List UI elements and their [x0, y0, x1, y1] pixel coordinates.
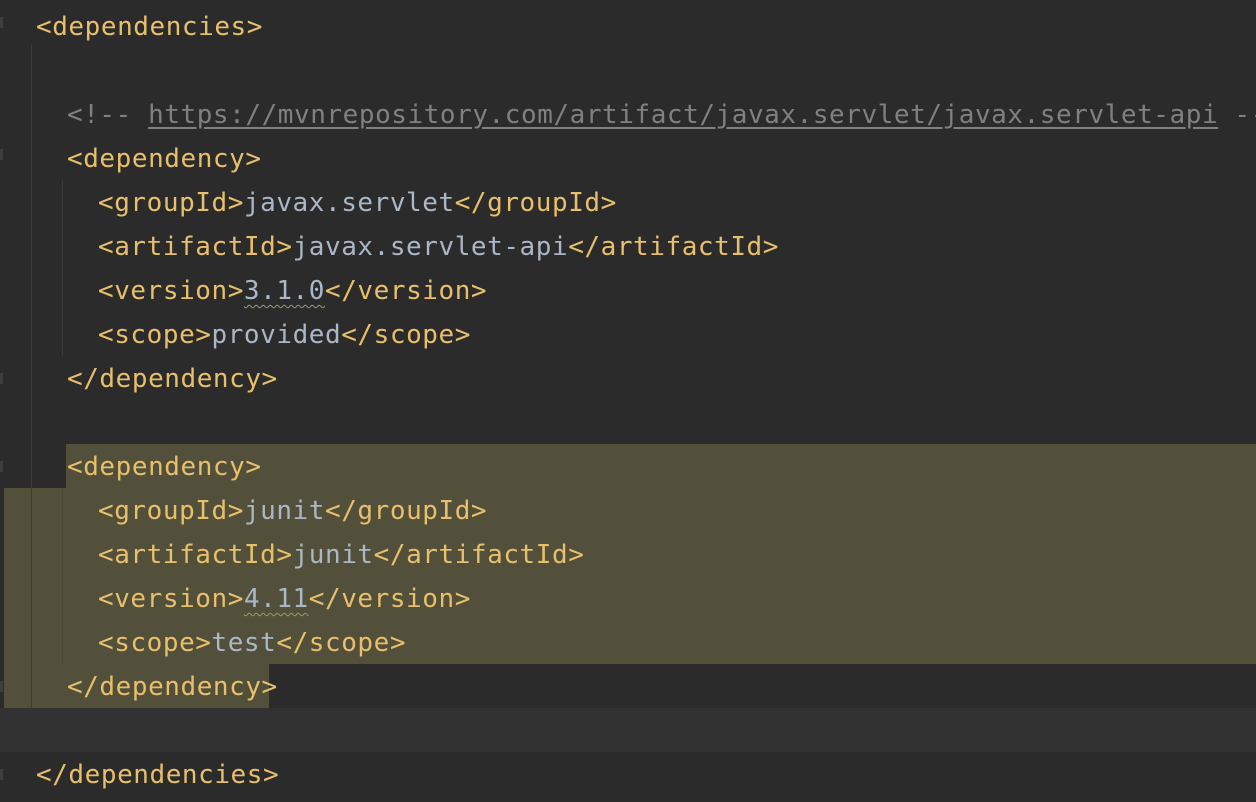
code-line[interactable]: <version>3.1.0</version> — [0, 269, 1256, 313]
xml-tag: <version> — [98, 276, 244, 306]
xml-text: provided — [211, 320, 342, 350]
version-value-warning[interactable]: 3.1.0 — [244, 276, 325, 306]
code-line[interactable]: <!-- https://mvnrepository.com/artifact/… — [0, 93, 1256, 137]
code-line[interactable]: <dependencies> — [0, 5, 1256, 49]
xml-tag: </dependency> — [67, 672, 278, 702]
xml-tag: <scope> — [98, 628, 212, 658]
xml-text: javax.servlet-api — [292, 232, 569, 262]
xml-tag: </artifactId> — [568, 232, 779, 262]
version-value-warning[interactable]: 4.11 — [244, 584, 309, 614]
code-editor[interactable]: <dependencies> <!-- https://mvnrepositor… — [0, 0, 1256, 802]
code-line[interactable]: <groupId>junit</groupId> — [0, 489, 1256, 533]
xml-tag: <dependencies> — [36, 12, 263, 42]
code-line[interactable]: <dependency> — [0, 137, 1256, 181]
xml-tag: </dependency> — [67, 364, 278, 394]
code-line[interactable]: <version>4.11</version> — [0, 577, 1256, 621]
xml-tag: <scope> — [98, 320, 212, 350]
xml-tag: </scope> — [276, 628, 407, 658]
xml-tag: </version> — [325, 276, 488, 306]
xml-text: test — [211, 628, 277, 658]
xml-tag: </version> — [308, 584, 471, 614]
code-line[interactable]: </dependencies> — [0, 753, 1256, 797]
xml-text: javax.servlet — [243, 188, 455, 218]
xml-tag: <artifactId> — [98, 540, 293, 570]
code-line[interactable]: </dependency> — [0, 357, 1256, 401]
comment-delimiter: <!-- — [67, 100, 149, 130]
xml-tag: <artifactId> — [98, 232, 293, 262]
xml-text: junit — [292, 540, 374, 570]
code-line[interactable]: <artifactId>junit</artifactId> — [0, 533, 1256, 577]
xml-tag: </groupId> — [325, 496, 488, 526]
xml-tag: </artifactId> — [373, 540, 585, 570]
comment-delimiter: --> — [1234, 100, 1256, 130]
xml-tag: <groupId> — [98, 496, 244, 526]
code-line[interactable]: <dependency> — [0, 445, 1256, 489]
xml-tag: <dependency> — [67, 452, 262, 482]
xml-tag: <dependency> — [67, 144, 262, 174]
code-line[interactable]: <scope>provided</scope> — [0, 313, 1256, 357]
xml-tag: <version> — [98, 584, 244, 614]
code-line[interactable]: <groupId>javax.servlet</groupId> — [0, 181, 1256, 225]
code-line[interactable]: </dependency> — [0, 665, 1256, 709]
xml-tag: </groupId> — [454, 188, 617, 218]
code-line[interactable]: <artifactId>javax.servlet-api</artifactI… — [0, 225, 1256, 269]
code-line[interactable]: <scope>test</scope> — [0, 621, 1256, 665]
xml-text: junit — [243, 496, 325, 526]
xml-tag: </dependencies> — [36, 760, 280, 790]
comment-url-link[interactable]: https://mvnrepository.com/artifact/javax… — [148, 100, 1218, 130]
xml-tag: <groupId> — [98, 188, 244, 218]
xml-tag: </scope> — [341, 320, 471, 350]
current-line-highlight — [0, 708, 1256, 752]
